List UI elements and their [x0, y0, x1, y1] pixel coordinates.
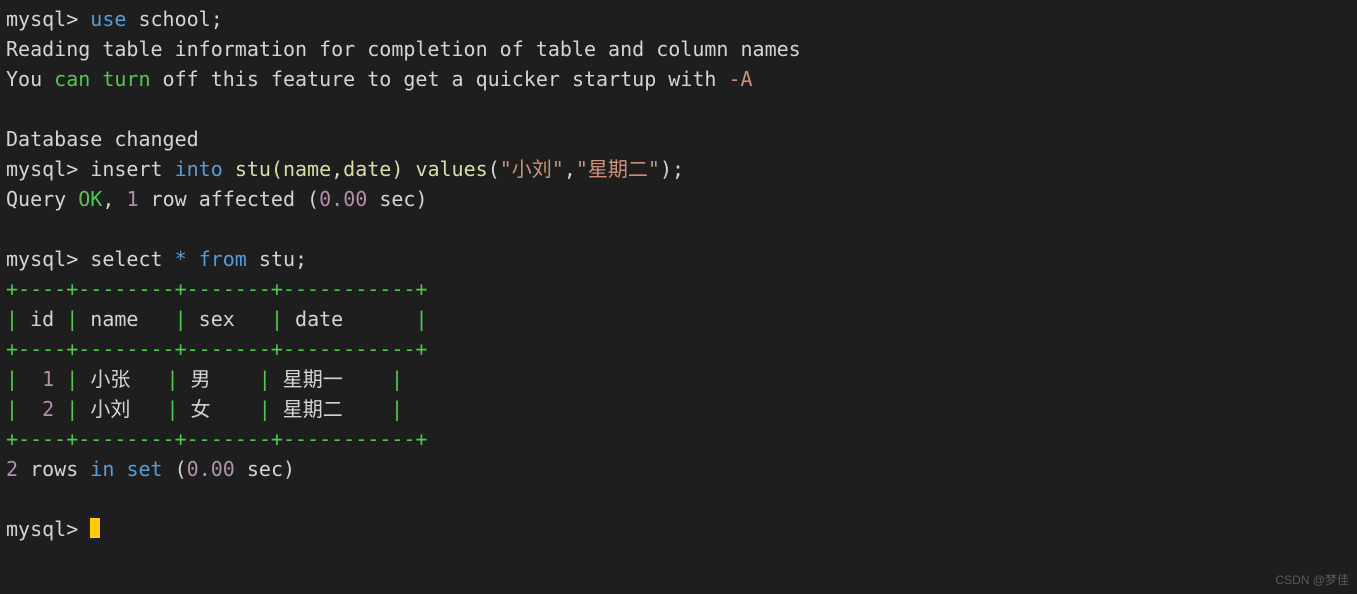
output-line: Reading table information for completion… [6, 37, 801, 61]
output-text: You [6, 67, 54, 91]
keyword-use: use [90, 7, 126, 31]
prompt: mysql> [6, 157, 78, 181]
cursor-icon [90, 518, 100, 538]
table-border: +----+--------+-------+-----------+ [6, 337, 427, 361]
prompt: mysql> [6, 517, 78, 541]
keyword-in: in [90, 457, 114, 481]
cell-sex: 女 [179, 397, 259, 421]
cell-sex: 男 [179, 367, 259, 391]
col-id: id [18, 307, 66, 331]
col-date: date [283, 307, 415, 331]
cmd-text: school; [126, 7, 222, 31]
keyword-values: values [415, 157, 487, 181]
cell-id: 2 [42, 397, 54, 421]
cell-date: 星期一 [271, 367, 391, 391]
string-literal: "小刘" [500, 157, 564, 181]
number: 1 [126, 187, 138, 211]
keyword-from: from [199, 247, 247, 271]
output-text: off this feature to get a quicker startu… [151, 67, 729, 91]
col-name: name [78, 307, 174, 331]
col-sex: sex [187, 307, 271, 331]
flag-a: -A [728, 67, 752, 91]
keyword-can: can [54, 67, 90, 91]
number: 2 [6, 457, 18, 481]
cmd-text: insert [90, 157, 174, 181]
cell-id: 1 [42, 367, 54, 391]
keyword-set: set [126, 457, 162, 481]
number: 0.00 [187, 457, 235, 481]
cell-name: 小张 [78, 367, 166, 391]
terminal-output[interactable]: mysql> use school; Reading table informa… [0, 0, 1357, 548]
cell-name: 小刘 [78, 397, 166, 421]
table-pipe: | [6, 307, 18, 331]
star: * [175, 247, 187, 271]
prompt: mysql> [6, 7, 78, 31]
cell-date: 星期二 [271, 397, 391, 421]
keyword-into: into [175, 157, 223, 181]
string-literal: "星期二" [576, 157, 660, 181]
prompt: mysql> [6, 247, 78, 271]
output-line: Database changed [6, 127, 199, 151]
table-border: +----+--------+-------+-----------+ [6, 427, 427, 451]
number: 0.00 [319, 187, 367, 211]
watermark: CSDN @梦佳 [1275, 571, 1349, 588]
output-text: Query [6, 187, 78, 211]
fn-call: stu(name,date) [235, 157, 404, 181]
keyword-turn: turn [102, 67, 150, 91]
table-border: +----+--------+-------+-----------+ [6, 277, 427, 301]
status-ok: OK [78, 187, 102, 211]
cmd-text: select [90, 247, 174, 271]
